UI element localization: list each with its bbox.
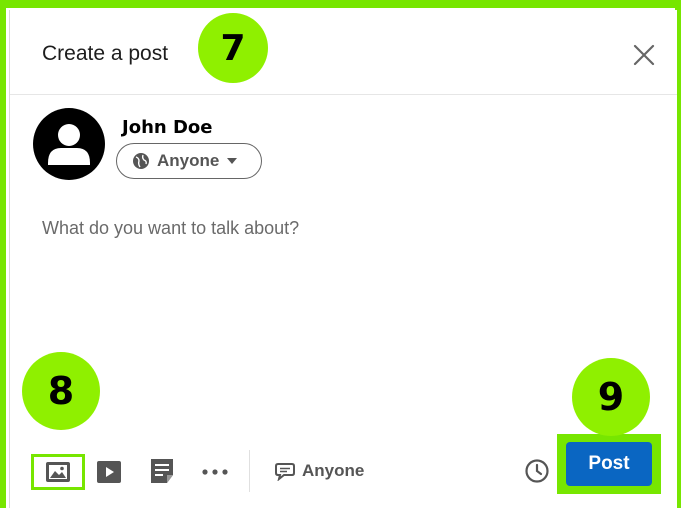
highlight-frame-left (0, 0, 6, 508)
modal-header: Create a post (10, 10, 677, 95)
more-options-button[interactable] (195, 458, 235, 486)
close-icon (633, 44, 655, 66)
comment-audience-label: Anyone (302, 461, 365, 480)
post-text-input[interactable] (42, 218, 642, 358)
close-button[interactable] (631, 42, 657, 68)
add-document-button[interactable] (147, 456, 177, 486)
post-button[interactable]: Post (566, 442, 652, 486)
highlight-frame-top (0, 0, 681, 8)
clock-icon (525, 459, 549, 483)
step-badge-8: 8 (22, 352, 100, 430)
step-badge-9: 9 (572, 358, 650, 436)
author-name: John Doe (122, 117, 213, 138)
schedule-post-button[interactable] (522, 456, 552, 486)
avatar (33, 108, 105, 180)
add-video-button[interactable] (94, 458, 124, 486)
comment-icon (275, 463, 295, 481)
modal-title: Create a post (42, 42, 169, 65)
photo-icon (46, 462, 70, 482)
comment-control-button[interactable]: Anyone (275, 456, 364, 486)
audience-label: Anyone (157, 151, 220, 170)
video-icon (97, 461, 121, 483)
document-icon (151, 459, 173, 483)
toolbar-divider (249, 450, 250, 492)
caret-down-icon (227, 158, 238, 164)
avatar-person-icon (48, 124, 90, 165)
step-badge-7: 7 (198, 13, 268, 83)
more-icon (202, 469, 228, 475)
add-photo-button[interactable] (31, 454, 85, 490)
globe-icon (133, 153, 149, 169)
audience-selector[interactable]: Anyone (116, 143, 262, 179)
